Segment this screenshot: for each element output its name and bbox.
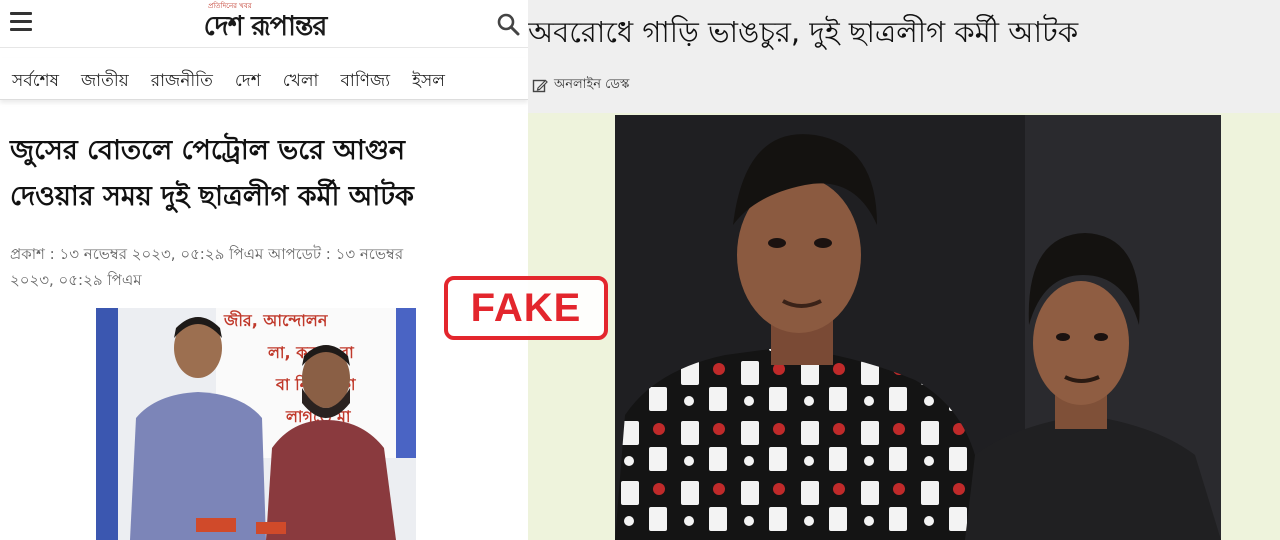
two-young-men-photo — [615, 115, 1221, 540]
fact-check-collage: প্রতিদিনের খবর দেশ রূপান্তর সর্বশেষ জাতীয… — [0, 0, 1280, 540]
site-logo[interactable]: দেশ রূপান্তর — [170, 6, 360, 51]
nav-item-latest[interactable]: সর্বশেষ — [12, 58, 59, 96]
article-photo-left: জীর, আন্দোলন লা, করতে বা বা নিতে কো লাগত… — [96, 308, 416, 540]
headline-line-2: দেওয়ার সময় দুই ছাত্রলীগ কর্মী আটক — [10, 181, 414, 212]
byline-text: অনলাইন ডেস্ক — [554, 77, 630, 92]
meta-line-2: ২০২৩, ০৫:২৯ পিএম — [10, 271, 142, 289]
category-nav: সর্বশেষ জাতীয় রাজনীতি দেশ খেলা বাণিজ্য ইসল — [0, 58, 528, 100]
site-header: প্রতিদিনের খবর দেশ রূপান্তর — [0, 0, 528, 48]
article-headline: জুসের বোতলে পেট্রোল ভরে আগুন দেওয়ার সময… — [10, 128, 510, 220]
right-article-header: অবরোধে গাড়ি ভাঙচুর, দুই ছাত্রলীগ কর্মী … — [528, 0, 1280, 113]
article-photo-right — [615, 115, 1221, 540]
search-icon[interactable] — [496, 12, 520, 36]
nav-item-islam[interactable]: ইসল — [412, 58, 445, 96]
meta-line-1: প্রকাশ : ১৩ নভেম্বর ২০২৩, ০৫:২৯ পিএম আপড… — [10, 245, 404, 263]
banner-text-1: জীর, আন্দোলন — [223, 310, 329, 330]
headline-line-1: জুসের বোতলে পেট্রোল ভরে আগুন — [10, 135, 405, 166]
nav-item-politics[interactable]: রাজনীতি — [151, 58, 213, 96]
nav-item-national[interactable]: জাতীয় — [81, 58, 129, 96]
nav-item-sports[interactable]: খেলা — [283, 58, 319, 96]
arrested-men-photo: জীর, আন্দোলন লা, করতে বা বা নিতে কো লাগত… — [96, 308, 416, 540]
right-news-screenshot: অবরোধে গাড়ি ভাঙচুর, দুই ছাত্রলীগ কর্মী … — [528, 0, 1280, 540]
fake-stamp-label: FAKE — [470, 285, 582, 330]
edit-icon — [532, 79, 548, 92]
nav-item-business[interactable]: বাণিজ্য — [340, 58, 390, 96]
left-news-screenshot: প্রতিদিনের খবর দেশ রূপান্তর সর্বশেষ জাতীয… — [0, 0, 528, 540]
right-article-headline: অবরোধে গাড়ি ভাঙচুর, দুই ছাত্রলীগ কর্মী … — [528, 15, 1079, 49]
menu-icon[interactable] — [10, 12, 32, 32]
article-meta: প্রকাশ : ১৩ নভেম্বর ২০২৩, ০৫:২৯ পিএম আপড… — [10, 241, 510, 293]
byline: অনলাইন ডেস্ক — [532, 75, 629, 96]
nav-item-country[interactable]: দেশ — [235, 58, 261, 96]
fake-stamp: FAKE — [444, 276, 608, 340]
